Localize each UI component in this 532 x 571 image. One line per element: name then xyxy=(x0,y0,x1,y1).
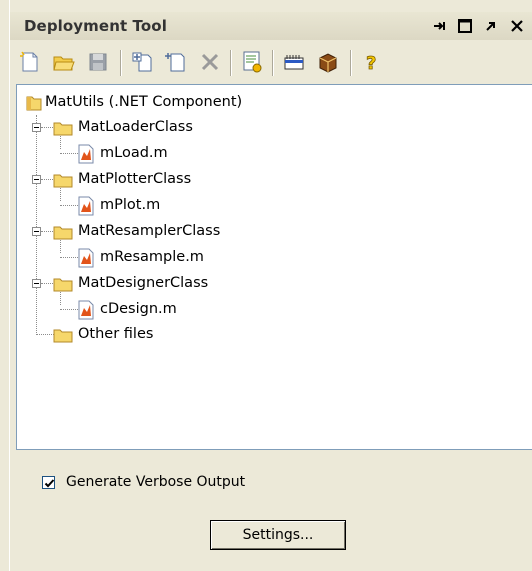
tree-connector xyxy=(60,309,78,310)
save-project-icon[interactable] xyxy=(84,48,112,76)
tree-connector xyxy=(36,115,37,333)
maximize-icon[interactable] xyxy=(454,15,476,37)
settings-package-icon[interactable] xyxy=(314,48,342,76)
build-icon[interactable] xyxy=(238,48,266,76)
folder-icon xyxy=(53,326,73,348)
tree-connector xyxy=(60,257,78,258)
window-title: Deployment Tool xyxy=(24,17,167,35)
tree-file-node[interactable]: cDesign.m xyxy=(77,300,317,320)
tree-connector xyxy=(36,334,54,335)
project-tree: MatUtils (.NET Component) MatLoaderClass… xyxy=(16,84,532,450)
class-label: MatResamplerClass xyxy=(78,223,221,239)
tree-root-node[interactable]: MatUtils (.NET Component) xyxy=(19,93,319,113)
deployment-tool-panel: Deployment Tool ? MatUtils (.NET Compone… xyxy=(0,0,532,571)
class-label: MatPlotterClass xyxy=(78,171,192,187)
toolbar-separator xyxy=(272,50,274,76)
folder-icon xyxy=(53,171,73,193)
open-project-icon[interactable] xyxy=(50,48,78,76)
verbose-output-checkbox[interactable] xyxy=(42,476,55,489)
tree-other-files-node[interactable]: Other files xyxy=(53,325,313,345)
undock-icon[interactable] xyxy=(480,15,502,37)
add-class-icon[interactable] xyxy=(128,48,156,76)
settings-button[interactable]: Settings... xyxy=(210,520,346,550)
left-dock-edge xyxy=(0,0,10,571)
tree-file-node[interactable]: mPlot.m xyxy=(77,196,317,216)
tree-connector xyxy=(60,153,78,154)
svg-text:?: ? xyxy=(366,53,376,74)
file-label: cDesign.m xyxy=(100,301,177,317)
file-label: mLoad.m xyxy=(100,145,168,161)
tree-class-node[interactable]: MatDesignerClass xyxy=(53,274,313,294)
m-file-icon xyxy=(77,248,95,272)
folder-icon xyxy=(53,275,73,297)
m-file-icon xyxy=(77,300,95,324)
verbose-output-label: Generate Verbose Output xyxy=(66,474,246,490)
collapse-toggle[interactable] xyxy=(32,227,41,236)
tree-class-node[interactable]: MatLoaderClass xyxy=(53,118,313,138)
new-project-icon[interactable] xyxy=(16,48,44,76)
root-folder-icon xyxy=(25,94,43,116)
file-label: mResample.m xyxy=(100,249,204,265)
toolbar-separator xyxy=(350,50,352,76)
toolbar: ? xyxy=(10,42,532,80)
tree-connector xyxy=(41,127,53,128)
package-icon[interactable] xyxy=(280,48,308,76)
close-icon[interactable] xyxy=(506,15,528,37)
tree-file-node[interactable]: mResample.m xyxy=(77,248,317,268)
toolbar-separator xyxy=(230,50,232,76)
class-label: MatLoaderClass xyxy=(78,119,193,135)
toolbar-separator xyxy=(120,50,122,76)
tree-class-node[interactable]: MatResamplerClass xyxy=(53,222,313,242)
folder-icon xyxy=(53,223,73,245)
file-label: mPlot.m xyxy=(100,197,161,213)
tree-connector xyxy=(41,179,53,180)
other-files-label: Other files xyxy=(78,326,154,342)
tree-class-node[interactable]: MatPlotterClass xyxy=(53,170,313,190)
collapse-toggle[interactable] xyxy=(32,123,41,132)
tree-connector xyxy=(60,205,78,206)
collapse-toggle[interactable] xyxy=(32,175,41,184)
help-icon[interactable]: ? xyxy=(358,48,386,76)
pin-icon[interactable] xyxy=(430,15,452,37)
folder-icon xyxy=(53,119,73,141)
add-file-icon[interactable] xyxy=(162,48,190,76)
title-bar: Deployment Tool xyxy=(10,12,532,40)
tree-root-label: MatUtils (.NET Component) xyxy=(45,94,243,110)
m-file-icon xyxy=(77,144,95,168)
tree-connector xyxy=(41,231,53,232)
tree-file-node[interactable]: mLoad.m xyxy=(77,144,317,164)
remove-icon[interactable] xyxy=(196,48,224,76)
m-file-icon xyxy=(77,196,95,220)
class-label: MatDesignerClass xyxy=(78,275,209,291)
collapse-toggle[interactable] xyxy=(32,279,41,288)
tree-connector xyxy=(41,283,53,284)
